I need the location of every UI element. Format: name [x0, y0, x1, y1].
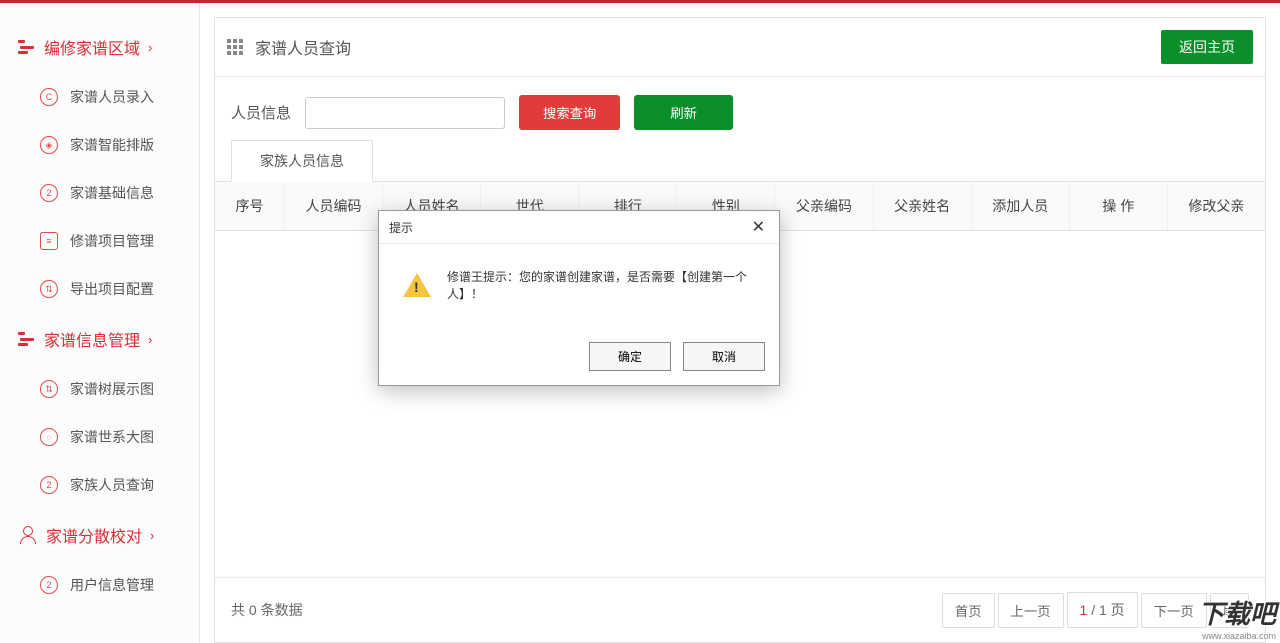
nav-item-project-manage[interactable]: ≡ 修谱项目管理 [0, 217, 199, 265]
page-info: 1 / 1 页 [1067, 592, 1138, 628]
nav-section-info[interactable]: 家谱信息管理 › [0, 313, 199, 365]
circle-icon: ⇅ [40, 380, 58, 398]
search-button[interactable]: 搜索查询 [519, 95, 620, 130]
warning-icon [403, 273, 431, 297]
nav-item-label: 家谱世系大图 [70, 427, 154, 447]
nav-section-label: 家谱分散校对 [46, 523, 142, 547]
chevron-right-icon: › [148, 332, 152, 347]
panel-header: 家谱人员查询 返回主页 [215, 18, 1265, 77]
th-index: 序号 [215, 182, 285, 230]
tab-row: 家族人员信息 [215, 140, 1265, 182]
person-icon [18, 526, 36, 544]
square-icon: ≡ [40, 232, 58, 250]
nav-section-label: 编修家谱区域 [44, 35, 140, 59]
close-icon[interactable]: ✕ [748, 217, 769, 237]
bars-icon [18, 332, 34, 346]
dialog-body: 修谱王提示：您的家谱创建家谱，是否需要【创建第一个人】！ [379, 244, 779, 332]
search-label: 人员信息 [231, 102, 291, 123]
th-operate: 操 作 [1070, 182, 1168, 230]
nav-item-export-config[interactable]: ⇅ 导出项目配置 [0, 265, 199, 313]
circle-icon: ◌ [40, 428, 58, 446]
circle-icon: ⇅ [40, 280, 58, 298]
sidebar: 编修家谱区域 › C 家谱人员录入 ◈ 家谱智能排版 2 家谱基础信息 ≡ 修谱… [0, 3, 200, 643]
nav-item-label: 家谱树展示图 [70, 379, 154, 399]
th-add-person: 添加人员 [972, 182, 1070, 230]
nav-item-label: 家谱基础信息 [70, 183, 154, 203]
footer: 共 0 条数据 首页 上一页 1 / 1 页 下一页 尾 [215, 577, 1265, 642]
nav-item-label: 导出项目配置 [70, 279, 154, 299]
circle-icon: 2 [40, 476, 58, 494]
nav-item-basic-info[interactable]: 2 家谱基础信息 [0, 169, 199, 217]
nav-item-lineage-chart[interactable]: ◌ 家谱世系大图 [0, 413, 199, 461]
nav-item-person-entry[interactable]: C 家谱人员录入 [0, 73, 199, 121]
dialog-message: 修谱王提示：您的家谱创建家谱，是否需要【创建第一个人】！ [447, 268, 759, 302]
search-input[interactable] [305, 97, 505, 129]
record-count: 共 0 条数据 [231, 600, 939, 620]
circle-icon: C [40, 88, 58, 106]
nav-item-label: 家族人员查询 [70, 475, 154, 495]
back-home-button[interactable]: 返回主页 [1161, 30, 1253, 64]
th-code: 人员编码 [285, 182, 383, 230]
ok-button[interactable]: 确定 [589, 342, 671, 371]
th-father-code: 父亲编码 [775, 182, 873, 230]
nav-item-person-query[interactable]: 2 家族人员查询 [0, 461, 199, 509]
nav-item-label: 用户信息管理 [70, 575, 154, 595]
tab-family-info[interactable]: 家族人员信息 [231, 140, 373, 182]
chevron-right-icon: › [150, 528, 154, 543]
page-title: 家谱人员查询 [255, 35, 1161, 59]
th-father-name: 父亲姓名 [874, 182, 972, 230]
grid-icon [227, 39, 243, 55]
dialog-title: 提示 [389, 219, 748, 236]
circle-icon: 2 [40, 576, 58, 594]
nav-item-user-manage[interactable]: 2 用户信息管理 [0, 561, 199, 609]
nav-section-edit[interactable]: 编修家谱区域 › [0, 21, 199, 73]
page-prev-button[interactable]: 上一页 [998, 593, 1064, 628]
nav-section-proofread[interactable]: 家谱分散校对 › [0, 509, 199, 561]
watermark: 下载吧 www.xiazaiba.com [1198, 594, 1276, 641]
nav-section-label: 家谱信息管理 [44, 327, 140, 351]
nav-item-tree-view[interactable]: ⇅ 家谱树展示图 [0, 365, 199, 413]
dialog-footer: 确定 取消 [379, 332, 779, 385]
search-row: 人员信息 搜索查询 刷新 [215, 77, 1265, 140]
circle-icon: ◈ [40, 136, 58, 154]
confirm-dialog: 提示 ✕ 修谱王提示：您的家谱创建家谱，是否需要【创建第一个人】！ 确定 取消 [378, 210, 780, 386]
cancel-button[interactable]: 取消 [683, 342, 765, 371]
page-next-button[interactable]: 下一页 [1141, 593, 1207, 628]
nav-item-label: 家谱智能排版 [70, 135, 154, 155]
nav-item-smart-layout[interactable]: ◈ 家谱智能排版 [0, 121, 199, 169]
nav-item-label: 家谱人员录入 [70, 87, 154, 107]
dialog-header: 提示 ✕ [379, 211, 779, 244]
page-first-button[interactable]: 首页 [942, 593, 995, 628]
refresh-button[interactable]: 刷新 [634, 95, 733, 130]
th-edit-father: 修改父亲 [1168, 182, 1265, 230]
chevron-right-icon: › [148, 40, 152, 55]
bars-icon [18, 40, 34, 54]
circle-icon: 2 [40, 184, 58, 202]
nav-item-label: 修谱项目管理 [70, 231, 154, 251]
